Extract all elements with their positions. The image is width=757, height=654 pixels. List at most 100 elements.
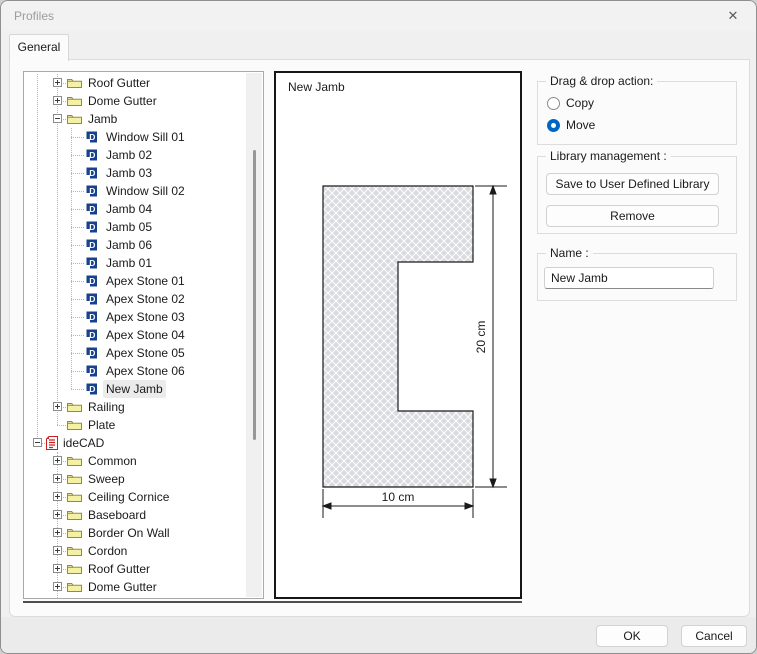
tree-item[interactable]: DApex Stone 01 [24,272,246,290]
tree-item-label: Jamb [85,596,120,598]
tree-item[interactable]: Railing [24,398,246,416]
ok-button[interactable]: OK [596,625,668,647]
profile-name-input[interactable] [544,267,714,289]
folder-icon [67,401,82,413]
tree-item[interactable]: DApex Stone 04 [24,326,246,344]
tree-connector [71,263,84,264]
tree-item-label: Jamb 03 [103,164,155,182]
svg-text:D: D [89,204,95,214]
tree-item[interactable]: ideCAD [24,434,246,452]
tree-item[interactable]: Ceiling Cornice [24,488,246,506]
profile-icon: D [85,311,98,324]
tree-item-label: Apex Stone 01 [103,272,188,290]
profile-icon: D [85,293,98,306]
tree-item[interactable]: D Jamb 02 [24,146,246,164]
tree-connector [71,173,84,174]
tree-item[interactable]: D Jamb 04 [24,200,246,218]
tree-item-label: Jamb 04 [103,200,155,218]
tree-item[interactable]: DNew Jamb [24,380,246,398]
profile-icon: D [85,239,98,252]
tree-item-label: Ceiling Cornice [85,488,172,506]
expand-icon[interactable] [53,402,62,411]
tree-item[interactable]: Border On Wall [24,524,246,542]
profile-icon: D [85,131,98,144]
radio-option-move[interactable]: Move [547,115,595,135]
tree-item[interactable]: Dome Gutter [24,92,246,110]
tree-item-label: Jamb 02 [103,146,155,164]
svg-text:D: D [89,186,95,196]
profile-icon: D [85,185,98,198]
tree-item-label: Dome Gutter [85,578,160,596]
tree-item-label: Apex Stone 04 [103,326,188,344]
tree-item[interactable]: Baseboard [24,506,246,524]
tree-item[interactable]: DJamb 06 [24,236,246,254]
expand-icon[interactable] [53,492,62,501]
folder-icon [67,545,82,557]
expand-icon[interactable] [53,528,62,537]
profile-section-drawing: 20 cm 10 cm [276,73,520,597]
folder-icon [67,491,82,503]
tree-item[interactable]: D Jamb 05 [24,218,246,236]
radio-option-copy[interactable]: Copy [547,93,595,113]
expand-icon[interactable] [53,582,62,591]
tree-item-label: Jamb 05 [103,218,155,236]
tree-item[interactable]: Jamb [24,596,246,598]
tree-item[interactable]: DJamb 01 [24,254,246,272]
profile-icon: D [85,149,98,162]
tree-connector [71,281,84,282]
profile-tree[interactable]: Roof GutterDome GutterJambDWindow Sill 0… [23,71,264,599]
svg-text:D: D [89,222,95,232]
tree-scrollbar-thumb[interactable] [253,150,256,440]
folder-icon [67,95,82,107]
radio-option-label: Copy [566,96,594,110]
folder-icon [67,527,82,539]
tree-connector [71,227,84,228]
tree-item[interactable]: Plate [24,416,246,434]
expand-icon[interactable] [53,474,62,483]
collapse-icon[interactable] [33,438,42,447]
save-to-library-button[interactable]: Save to User Defined Library [546,173,719,195]
cancel-button[interactable]: Cancel [681,625,747,647]
tree-item[interactable]: Roof Gutter [24,74,246,92]
tree-item[interactable]: Sweep [24,470,246,488]
tree-connector [71,299,84,300]
tree-scrollbar[interactable] [246,73,262,597]
tree-item[interactable]: DApex Stone 05 [24,344,246,362]
folder-icon [67,581,82,593]
expand-icon[interactable] [53,456,62,465]
tree-item[interactable]: Roof Gutter [24,560,246,578]
tree-item-label: Apex Stone 02 [103,290,188,308]
expand-icon[interactable] [53,510,62,519]
expand-icon[interactable] [53,96,62,105]
profile-icon: D [85,167,98,180]
drag-drop-action-group: Drag & drop action: CopyMove [537,81,737,145]
tree-item[interactable]: Jamb [24,110,246,128]
tree-item[interactable]: DApex Stone 06 [24,362,246,380]
radio-selected-icon[interactable] [547,119,560,132]
profiles-dialog: Profiles ✕ General Roof GutterDome Gutte… [0,0,757,654]
profile-icon: D [85,221,98,234]
preview-profile-name: New Jamb [288,80,345,94]
tree-item[interactable]: DWindow Sill 02 [24,182,246,200]
tree-item-label: Apex Stone 06 [103,362,188,380]
tree-item[interactable]: Dome Gutter [24,578,246,596]
radio-unselected-icon[interactable] [547,97,560,110]
tree-item[interactable]: Common [24,452,246,470]
collapse-icon[interactable] [53,114,62,123]
tree-item-label: ideCAD [60,434,107,452]
tree-item[interactable]: D Jamb 03 [24,164,246,182]
name-group: Name : [537,253,737,301]
remove-button[interactable]: Remove [546,205,719,227]
tree-item-label: Dome Gutter [85,92,160,110]
expand-icon[interactable] [53,78,62,87]
tree-item[interactable]: DWindow Sill 01 [24,128,246,146]
tree-item-label: Apex Stone 03 [103,308,188,326]
tree-item[interactable]: Cordon [24,542,246,560]
tree-item[interactable]: D Apex Stone 03 [24,308,246,326]
expand-icon[interactable] [53,546,62,555]
tab-general[interactable]: General [9,34,69,61]
tree-item-label: Plate [85,416,118,434]
expand-icon[interactable] [53,564,62,573]
tree-item[interactable]: D Apex Stone 02 [24,290,246,308]
close-icon[interactable]: ✕ [710,1,756,31]
